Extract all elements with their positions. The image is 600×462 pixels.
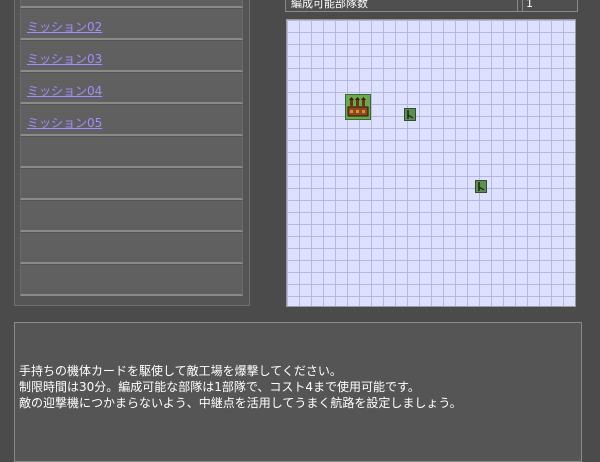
mission-briefing: 手持ちの機体カードを駆使して敵工場を爆撃してください。 制限時間は30分。編成可…	[14, 322, 582, 462]
mission-row-empty-4	[20, 233, 243, 264]
mission-row-05[interactable]: ミッション05	[20, 105, 243, 136]
fighter-icon	[475, 180, 487, 193]
mission-row-empty-3	[20, 201, 243, 232]
mission-map	[286, 19, 576, 307]
fighter-icon-graphic-2	[478, 182, 485, 191]
mission-row-01[interactable]	[20, 0, 243, 8]
unit-count-label: 編成可能部隊数	[286, 0, 518, 11]
mission-row-02[interactable]: ミッション02	[20, 9, 243, 40]
mission-list: ミッション02 ミッション03 ミッション04 ミッション05	[14, 0, 250, 306]
mission-row-empty-5	[20, 265, 243, 296]
briefing-line-2: 制限時間は30分。編成可能な部隊は1部隊で、コスト4まで使用可能です。	[19, 380, 420, 394]
factory-icon	[345, 94, 371, 120]
mission-row-03[interactable]: ミッション03	[20, 41, 243, 72]
briefing-line-3: 敵の迎撃機につかまらないよう、中継点を活用してうまく航路を設定しましょう。	[19, 396, 462, 410]
mission-row-empty-2	[20, 169, 243, 200]
mission-link-02[interactable]: ミッション02	[27, 18, 102, 35]
mission-link-03[interactable]: ミッション03	[27, 50, 102, 67]
mission-row-04[interactable]: ミッション04	[20, 73, 243, 104]
mission-link-05[interactable]: ミッション05	[27, 114, 102, 131]
mission-link-04[interactable]: ミッション04	[27, 82, 102, 99]
unit-count-table: 編成可能部隊数 1	[285, 0, 578, 12]
unit-count-value: 1	[522, 0, 577, 11]
fighter-icon	[404, 108, 416, 121]
fighter-icon-graphic-1	[407, 110, 414, 119]
briefing-line-1: 手持ちの機体カードを駆使して敵工場を爆撃してください。	[19, 364, 342, 378]
factory-icon-graphic	[347, 97, 369, 117]
mission-row-empty-1	[20, 137, 243, 168]
